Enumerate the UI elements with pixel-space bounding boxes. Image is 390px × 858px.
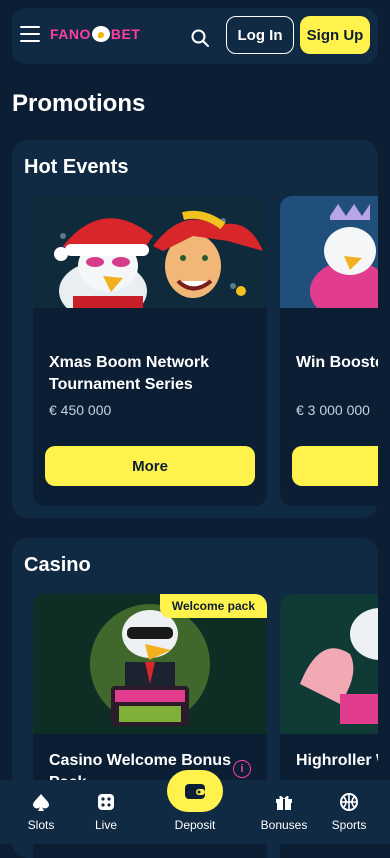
card-prize-amount: € 450 000 [49,402,112,418]
card-title: Highroller W [296,752,378,769]
more-button[interactable]: More [45,446,255,486]
card-title: Xmas Boom Network Tournament Series [49,354,210,393]
bottom-nav: Slots Live Deposit Bonuses Sports [0,770,390,844]
nav-live-label: Live [94,818,117,832]
card-prize-amount: € 3 000 000 [296,402,370,418]
promo-card[interactable]: Win Booste € 3 000 000 [280,196,378,506]
page-title: Promotions [12,90,146,117]
win-booster-banner [280,196,378,308]
section-title: Hot Events [24,156,129,178]
more-button[interactable] [292,446,378,486]
basketball-icon [340,793,358,811]
xmas-boom-banner [33,196,267,308]
logo[interactable]: FANO BET [50,26,140,42]
logo-text-bet: BET [110,26,141,42]
promo-card[interactable]: Xmas Boom Network Tournament Series € 45… [33,196,267,506]
welcome-pack-badge: Welcome pack [159,594,267,618]
menu-icon[interactable] [20,26,40,42]
nav-slots[interactable]: Slots [9,792,73,832]
nav-slots-label: Slots [27,818,55,832]
hot-events-section: Hot Events Xmas Boom Network Tournament … [12,140,378,518]
nav-sports[interactable]: Sports [317,792,381,832]
logo-eagle-icon [91,26,110,42]
spade-icon [33,794,49,811]
search-icon[interactable] [190,28,210,48]
info-icon[interactable]: i [233,760,251,778]
nav-live[interactable]: Live [74,792,138,832]
nav-bonuses-label: Bonuses [260,818,308,832]
gift-icon [276,795,292,810]
nav-deposit-label[interactable]: Deposit [160,818,230,832]
highroller-banner [280,594,378,734]
dice-icon [98,794,114,810]
top-header: FANO BET Log In Sign Up [12,8,378,64]
nav-bonuses[interactable]: Bonuses [252,792,316,832]
wallet-icon [185,784,205,799]
section-title: Casino [24,554,91,576]
card-title: Win Booste [296,354,378,371]
nav-sports-label: Sports [331,818,367,832]
logo-text-fano: FANO [50,26,91,42]
login-button[interactable]: Log In [226,16,294,54]
deposit-button[interactable] [167,770,223,812]
signup-button[interactable]: Sign Up [300,16,370,54]
